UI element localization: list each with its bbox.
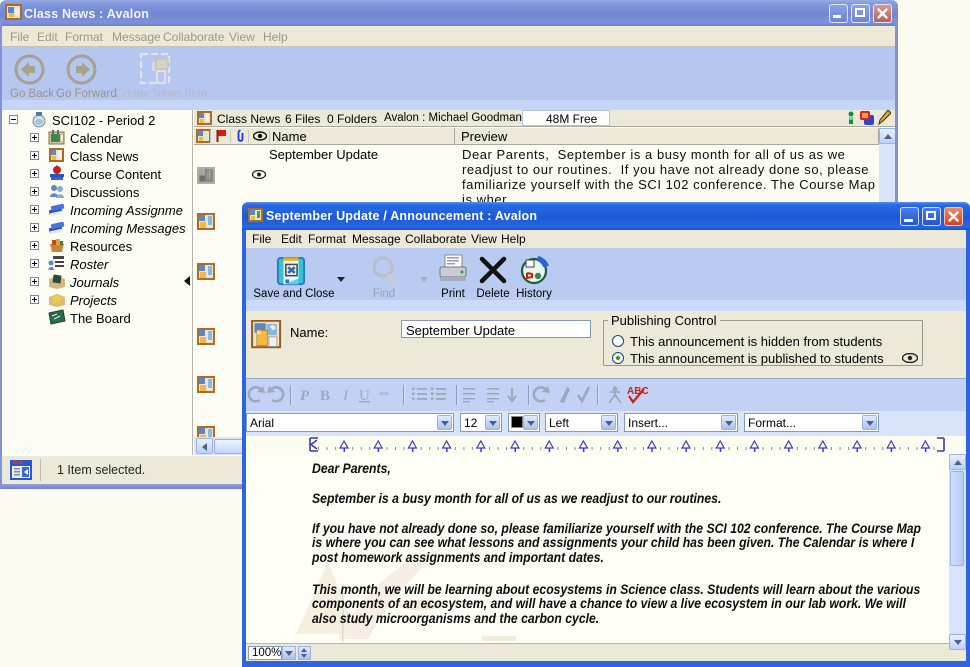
svg-text:«»: «» (379, 388, 389, 399)
svg-text:B: B (320, 388, 330, 404)
svg-text:I: I (342, 388, 349, 404)
svg-text:U: U (359, 388, 370, 404)
svg-text:P: P (300, 388, 310, 404)
